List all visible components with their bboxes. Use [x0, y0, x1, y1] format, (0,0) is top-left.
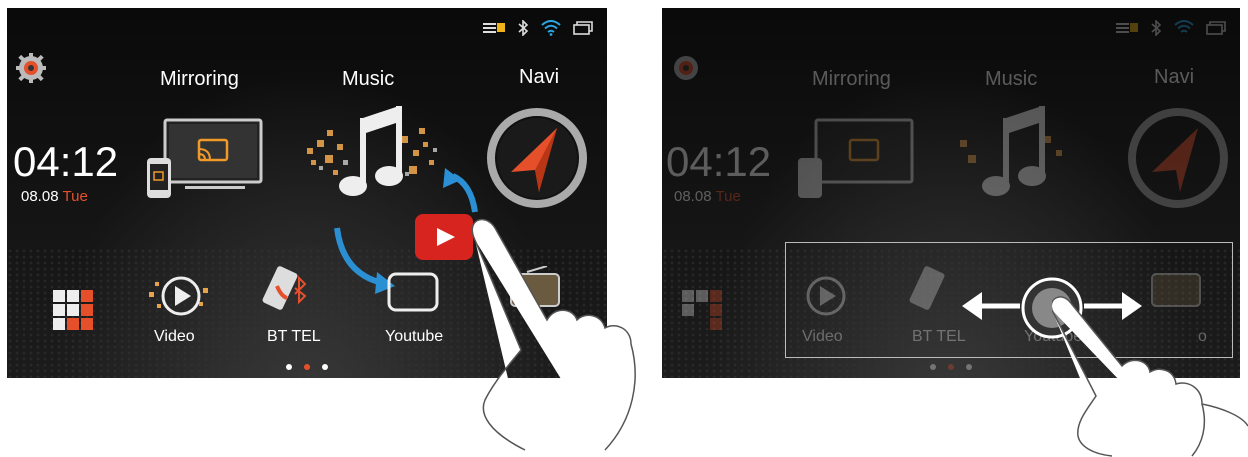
drag-handle-circle[interactable]	[1020, 276, 1084, 340]
date-value: 08.08	[674, 188, 712, 205]
page-indicator	[286, 364, 328, 370]
settings-gear-icon[interactable]	[15, 52, 47, 84]
mirroring-app-icon[interactable]	[145, 116, 265, 201]
mirroring-label: Mirroring	[812, 68, 891, 90]
page-dot-2[interactable]	[948, 364, 954, 370]
youtube-label: Youtube	[385, 328, 444, 345]
clock-date: 08.08 Tue	[674, 188, 741, 205]
music-label: Music	[342, 68, 395, 90]
navi-app-icon[interactable]	[1128, 108, 1228, 208]
mirroring-label: Mirroring	[160, 68, 239, 90]
youtube-empty-slot-icon[interactable]	[387, 272, 439, 312]
status-bar-right	[1116, 20, 1226, 36]
window-icon	[573, 21, 593, 35]
clock-time: 04:12	[666, 138, 772, 185]
bluetooth-icon	[1151, 20, 1162, 36]
navi-label: Navi	[1154, 66, 1195, 88]
video-label: Video	[154, 328, 195, 345]
date-value: 08.08	[21, 188, 59, 205]
page-dot-3[interactable]	[966, 364, 972, 370]
apps-grid-icon[interactable]	[682, 290, 726, 334]
day-value: Tue	[715, 188, 741, 205]
music-label: Music	[985, 68, 1038, 90]
bt-tel-app-icon[interactable]	[261, 264, 313, 318]
radio-app-icon[interactable]	[507, 266, 563, 312]
page-dot-1[interactable]	[286, 364, 292, 370]
window-icon	[1206, 21, 1226, 35]
wifi-icon	[1174, 20, 1194, 33]
navi-app-icon[interactable]	[487, 108, 587, 208]
page-indicator	[930, 364, 972, 370]
clock-time: 04:12	[13, 138, 119, 185]
home-screen-left: Mirroring Music Navi 04:12 08.08 Tue Vid…	[7, 8, 607, 378]
bluetooth-icon	[518, 20, 529, 36]
clock-date: 08.08 Tue	[21, 188, 88, 205]
home-screen-right: Mirroring Music Navi 04:12 08.08 Tue Vide…	[662, 8, 1240, 378]
apps-grid-icon[interactable]	[53, 290, 97, 334]
video-app-icon[interactable]	[147, 270, 211, 322]
page-dot-1[interactable]	[930, 364, 936, 370]
status-bar	[483, 20, 593, 36]
menu-icon	[1116, 23, 1138, 33]
navi-label: Navi	[519, 66, 560, 88]
bt-tel-label: BT TEL	[267, 328, 321, 345]
mirroring-app-icon[interactable]	[796, 116, 916, 201]
menu-icon	[483, 23, 505, 33]
page-dot-2[interactable]	[304, 364, 310, 370]
settings-gear-icon[interactable]	[670, 52, 702, 84]
music-app-icon[interactable]	[940, 100, 1090, 210]
day-value: Tue	[62, 188, 88, 205]
page-dot-3[interactable]	[322, 364, 328, 370]
wifi-icon	[541, 20, 561, 36]
